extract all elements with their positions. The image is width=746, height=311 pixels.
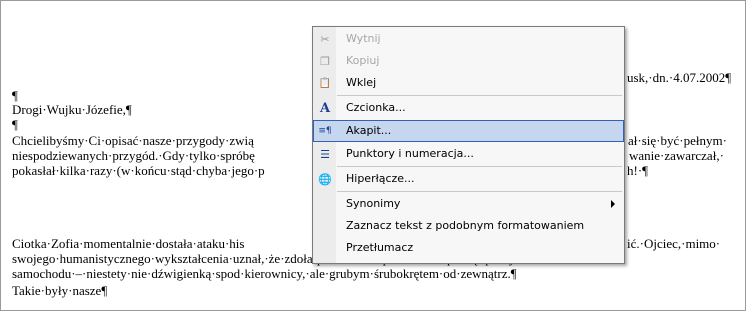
menu-item-label: Zaznacz tekst z podobnym formatowaniem xyxy=(346,219,585,232)
text-line: ał·się·być·pełnym· xyxy=(628,133,727,148)
scissors-icon: ✂ xyxy=(320,32,330,46)
copy-icon: ❐ xyxy=(320,54,330,68)
menu-item-translate[interactable]: Przetłumacz xyxy=(313,237,624,259)
context-menu: ✂ Wytnij ❐ Kopiuj 📋 Wklej A Czcionka... … xyxy=(312,26,625,264)
menu-item-synonyms[interactable]: Synonimy xyxy=(313,193,624,215)
menu-item-paste[interactable]: 📋 Wklej xyxy=(313,72,624,94)
text-line: Ciotka·Zofia·momentalnie·dostała·ataku·h… xyxy=(12,236,245,251)
menu-separator xyxy=(337,95,622,96)
menu-item-label: Hiperłącze... xyxy=(346,172,415,185)
text-line: Chcielibyśmy·Ci·opisać·nasze·przygody·zw… xyxy=(12,133,254,148)
menu-item-copy[interactable]: ❐ Kopiuj xyxy=(313,50,624,72)
menu-item-cut[interactable]: ✂ Wytnij xyxy=(313,28,624,50)
text-line: niespodziewanych·przygód.·Gdy·tylko·spró… xyxy=(12,148,255,163)
paste-icon: 📋 xyxy=(318,77,332,89)
menu-separator xyxy=(337,166,622,167)
menu-item-label: Synonimy xyxy=(346,197,401,210)
text-line: wanie·zawarczał,· xyxy=(629,148,724,163)
menu-item-paragraph[interactable]: ≡¶ Akapit... xyxy=(313,120,624,142)
menu-item-font[interactable]: A Czcionka... xyxy=(313,97,624,119)
paragraph-mark: ¶ xyxy=(12,117,18,132)
menu-item-label: Czcionka... xyxy=(346,101,406,114)
text-line: ić.·Ojciec,·mimo· xyxy=(627,236,721,251)
bullets-icon: ☰ xyxy=(320,147,330,161)
submenu-arrow-icon xyxy=(611,200,615,208)
menu-item-label: Kopiuj xyxy=(346,54,380,67)
text-line: samochodu·–·niestety·nie·dźwigienką·spod… xyxy=(12,266,517,281)
menu-item-select-similar-formatting[interactable]: Zaznacz tekst z podobnym formatowaniem xyxy=(313,215,624,237)
header-place-date: usk,·dn.·4.07.2002¶ xyxy=(627,70,732,85)
paragraph-icon: ≡¶ xyxy=(318,126,332,136)
font-icon: A xyxy=(319,100,331,116)
paragraph-mark: ¶ xyxy=(12,88,18,103)
menu-item-label: Akapit... xyxy=(346,124,392,137)
menu-item-label: Przetłumacz xyxy=(346,241,414,254)
menu-item-label: Wytnij xyxy=(346,32,381,45)
menu-item-label: Punktory i numeracja... xyxy=(346,147,474,160)
text-line: pokasłał·kilka·razy·(w·końcu·stąd·chyba·… xyxy=(12,163,265,178)
menu-item-bullets-numbering[interactable]: ☰ Punktory i numeracja... xyxy=(313,143,624,165)
hyperlink-icon: 🌐 xyxy=(318,172,332,186)
menu-item-hyperlink[interactable]: 🌐 Hiperłącze... xyxy=(313,168,624,190)
menu-item-label: Wklej xyxy=(346,76,377,89)
text-line: Takie·były·nasze¶ xyxy=(12,283,108,298)
menu-separator xyxy=(337,191,622,192)
text-line: h!·¶ xyxy=(627,163,649,178)
greeting-line: Drogi·Wujku·Józefie,¶ xyxy=(12,102,132,117)
